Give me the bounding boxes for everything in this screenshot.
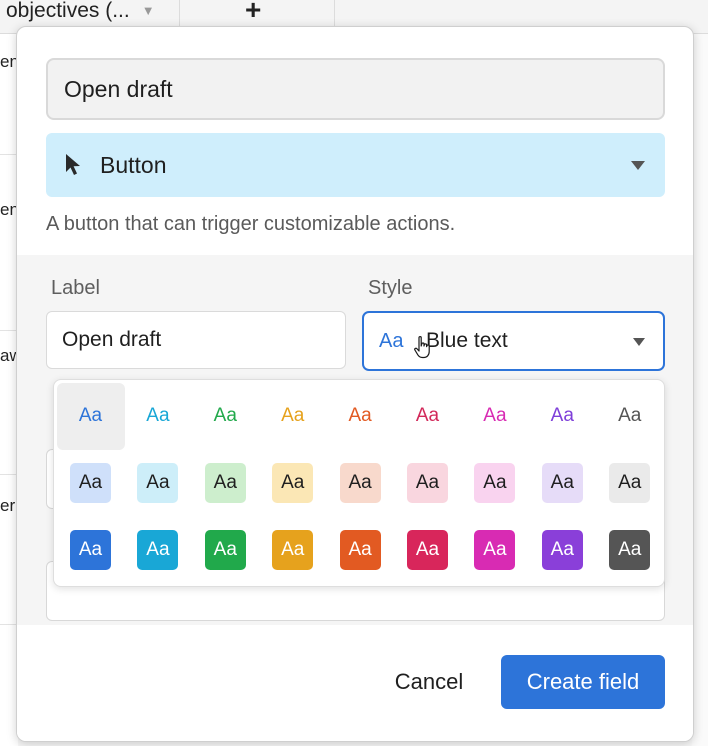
style-swatch-light-1[interactable]: Aa xyxy=(70,463,111,503)
style-swatch-text-3[interactable]: Aa xyxy=(205,396,246,436)
style-swatch-popup: Aa Aa Aa Aa Aa Aa Aa Aa Aa Aa Aa Aa Aa Aa Aa Aa Aa Aa Aa Aa… xyxy=(53,379,665,587)
style-swatch-solid-9[interactable]: Aa xyxy=(609,530,651,570)
cursor-arrow-icon xyxy=(66,154,80,175)
column-divider xyxy=(334,0,335,26)
background-right-edge xyxy=(692,34,708,746)
field-type-label: Button xyxy=(100,152,167,178)
style-swatch-solid-8[interactable]: Aa xyxy=(541,530,583,570)
style-swatch-text-7[interactable]: Aa xyxy=(474,396,515,436)
style-swatch-light-4[interactable]: Aa xyxy=(272,463,314,503)
style-swatch-light-3[interactable]: Aa xyxy=(204,463,246,503)
style-swatch-solid-6[interactable]: Aa xyxy=(407,530,448,570)
style-swatch-light-6[interactable]: Aa xyxy=(407,463,448,503)
style-swatch-text-9[interactable]: Aa xyxy=(609,396,650,436)
create-field-button[interactable]: Create field xyxy=(501,655,665,709)
style-swatch-text-4[interactable]: Aa xyxy=(272,396,313,436)
style-swatch-light-9[interactable]: Aa xyxy=(609,463,651,503)
style-swatch-light-8[interactable]: Aa xyxy=(541,463,583,503)
style-swatch-light-5[interactable]: Aa xyxy=(339,463,381,503)
column-header[interactable]: objectives (... ▼ xyxy=(0,0,180,26)
style-swatch-solid-2[interactable]: Aa xyxy=(137,530,179,570)
cancel-button[interactable]: Cancel xyxy=(377,655,481,709)
button-style-select[interactable]: Aa Blue text xyxy=(362,311,665,371)
field-config-dialog: Open draft Button A button that can trig… xyxy=(16,26,694,742)
field-name-input[interactable]: Open draft xyxy=(46,58,665,120)
style-field-heading: Style xyxy=(368,277,413,299)
button-label-input[interactable]: Open draft xyxy=(46,311,346,369)
style-preview: Aa xyxy=(379,330,404,352)
style-swatch-light-2[interactable]: Aa xyxy=(137,463,179,503)
chevron-down-icon[interactable]: ▼ xyxy=(142,3,155,18)
style-swatch-solid-1[interactable]: Aa xyxy=(70,530,111,570)
field-type-description: A button that can trigger customizable a… xyxy=(46,213,456,235)
dialog-footer: Cancel Create field xyxy=(17,625,693,741)
chevron-down-icon xyxy=(631,161,645,170)
style-swatch-text-6[interactable]: Aa xyxy=(407,396,448,436)
style-value: Blue text xyxy=(426,329,508,352)
column-title: objectives (... xyxy=(6,0,130,22)
add-column-button[interactable]: + xyxy=(245,0,261,26)
style-swatch-text-2[interactable]: Aa xyxy=(137,396,178,436)
style-swatch-text-1[interactable]: Aa xyxy=(70,396,111,436)
style-swatch-solid-3[interactable]: Aa xyxy=(204,530,246,570)
style-swatch-solid-5[interactable]: Aa xyxy=(339,530,381,570)
field-type-select[interactable]: Button xyxy=(46,133,665,197)
style-swatch-solid-7[interactable]: Aa xyxy=(474,530,516,570)
label-field-heading: Label xyxy=(51,277,100,299)
hand-pointer-icon xyxy=(414,336,430,359)
style-swatch-text-8[interactable]: Aa xyxy=(542,396,583,436)
style-swatch-light-7[interactable]: Aa xyxy=(474,463,516,503)
style-swatch-solid-4[interactable]: Aa xyxy=(272,530,314,570)
chevron-down-icon xyxy=(633,338,645,346)
style-swatch-text-5[interactable]: Aa xyxy=(340,396,381,436)
